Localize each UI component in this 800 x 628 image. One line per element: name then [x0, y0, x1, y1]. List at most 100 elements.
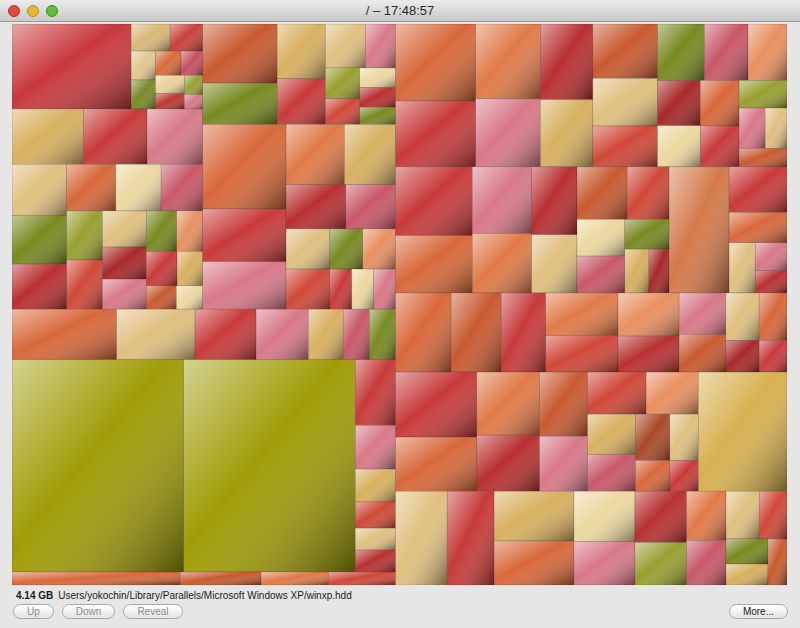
treemap-cell[interactable]: [679, 293, 726, 334]
treemap-cell[interactable]: [396, 437, 477, 491]
treemap-cell[interactable]: [625, 249, 649, 293]
treemap-cell[interactable]: [679, 334, 726, 372]
treemap-cell[interactable]: [649, 249, 669, 293]
treemap-cell[interactable]: [477, 372, 540, 435]
treemap-cell[interactable]: [759, 293, 787, 340]
treemap-cell[interactable]: [669, 167, 729, 293]
treemap-cell[interactable]: [670, 460, 699, 491]
treemap-cell[interactable]: [494, 541, 574, 585]
nav-button[interactable]: Reveal: [123, 604, 182, 619]
treemap-cell[interactable]: [203, 24, 278, 83]
treemap-cell[interactable]: [755, 243, 787, 271]
treemap-cell[interactable]: [396, 236, 473, 293]
treemap-cell[interactable]: [286, 185, 346, 229]
treemap-cell[interactable]: [176, 286, 202, 309]
treemap-cell[interactable]: [184, 75, 202, 94]
treemap-cell[interactable]: [396, 293, 452, 372]
nav-button[interactable]: Up: [13, 604, 54, 619]
treemap-cell[interactable]: [593, 126, 658, 167]
treemap-cell[interactable]: [748, 24, 787, 80]
treemap-cell[interactable]: [84, 109, 148, 164]
treemap-cell[interactable]: [360, 107, 396, 124]
treemap-cell[interactable]: [277, 24, 325, 79]
treemap-cell[interactable]: [325, 24, 365, 68]
treemap-cell[interactable]: [146, 251, 177, 285]
treemap-cell[interactable]: [546, 336, 618, 373]
treemap-cell[interactable]: [476, 24, 541, 99]
treemap-cell[interactable]: [12, 572, 180, 585]
treemap-cell[interactable]: [308, 309, 343, 359]
treemap-cell[interactable]: [363, 229, 396, 269]
treemap-cell[interactable]: [577, 219, 625, 256]
treemap-cell[interactable]: [286, 229, 330, 269]
treemap-cell[interactable]: [729, 243, 755, 293]
treemap-cell[interactable]: [131, 80, 155, 109]
treemap-cell[interactable]: [67, 211, 103, 260]
treemap-cell[interactable]: [451, 293, 501, 372]
treemap-cell[interactable]: [343, 309, 369, 359]
treemap-cell[interactable]: [355, 425, 395, 469]
treemap-cell[interactable]: [472, 234, 531, 293]
treemap-cell[interactable]: [203, 209, 286, 262]
treemap-cell[interactable]: [396, 372, 477, 437]
treemap-cell[interactable]: [261, 572, 328, 585]
treemap-cell[interactable]: [729, 212, 787, 242]
treemap-cell[interactable]: [540, 372, 588, 436]
treemap-cell[interactable]: [325, 99, 359, 125]
treemap-cell[interactable]: [180, 572, 261, 585]
treemap-cell[interactable]: [156, 51, 181, 75]
treemap-cell[interactable]: [593, 24, 658, 78]
treemap-cell[interactable]: [546, 293, 618, 336]
treemap-cell[interactable]: [360, 68, 396, 88]
treemap-cell[interactable]: [328, 572, 395, 585]
treemap-cell[interactable]: [494, 491, 574, 541]
treemap-cell[interactable]: [574, 491, 635, 541]
treemap-cell[interactable]: [501, 293, 545, 372]
treemap-cell[interactable]: [369, 309, 395, 359]
treemap-cell[interactable]: [574, 542, 635, 585]
treemap-cell[interactable]: [330, 269, 352, 309]
treemap-cell[interactable]: [532, 167, 577, 235]
treemap-cell[interactable]: [195, 309, 256, 359]
treemap-cell[interactable]: [170, 24, 203, 51]
treemap-cell[interactable]: [739, 108, 765, 148]
treemap-cell[interactable]: [12, 264, 67, 309]
treemap-cell[interactable]: [739, 148, 787, 166]
treemap-cell[interactable]: [698, 372, 787, 491]
treemap-cell[interactable]: [759, 491, 787, 539]
treemap-cell[interactable]: [588, 372, 647, 414]
treemap-cell[interactable]: [618, 293, 679, 336]
treemap-cell[interactable]: [117, 309, 195, 359]
treemap-cell[interactable]: [687, 491, 726, 540]
treemap-cell[interactable]: [346, 185, 396, 229]
treemap-cell[interactable]: [472, 167, 531, 234]
treemap-cell[interactable]: [102, 247, 146, 279]
treemap-cell[interactable]: [355, 528, 395, 550]
treemap-cell[interactable]: [729, 167, 787, 213]
treemap-cell[interactable]: [325, 68, 359, 99]
treemap-cell[interactable]: [360, 88, 396, 108]
treemap-cell[interactable]: [184, 360, 356, 572]
treemap-cell[interactable]: [177, 251, 203, 285]
treemap-cell[interactable]: [12, 309, 117, 359]
treemap-cell[interactable]: [768, 539, 787, 585]
treemap-cell[interactable]: [355, 502, 395, 528]
treemap-cell[interactable]: [352, 269, 374, 309]
treemap-cell[interactable]: [277, 79, 325, 125]
treemap-cell[interactable]: [477, 435, 540, 491]
treemap-cell[interactable]: [700, 126, 739, 167]
minimize-icon[interactable]: [27, 5, 39, 17]
treemap-cell[interactable]: [726, 340, 759, 372]
treemap-cell[interactable]: [593, 78, 658, 126]
treemap-cell[interactable]: [687, 540, 726, 585]
treemap-cell[interactable]: [726, 491, 759, 539]
treemap-cell[interactable]: [146, 286, 176, 309]
treemap-cell[interactable]: [540, 24, 592, 100]
treemap-cell[interactable]: [765, 108, 787, 148]
treemap-cell[interactable]: [646, 372, 698, 414]
treemap-cell[interactable]: [355, 469, 395, 502]
treemap-cell[interactable]: [658, 80, 701, 125]
treemap-cell[interactable]: [532, 235, 577, 293]
treemap-cell[interactable]: [67, 260, 103, 309]
treemap-cell[interactable]: [12, 360, 184, 572]
